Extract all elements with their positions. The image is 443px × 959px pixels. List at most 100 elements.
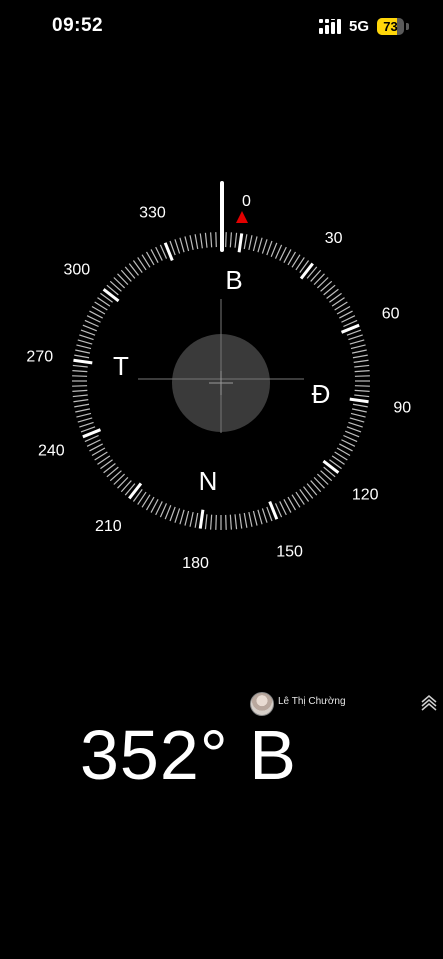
minor-tick [86, 315, 101, 323]
minor-tick [341, 315, 356, 323]
major-tick [237, 233, 244, 253]
cardinal-north: B [225, 265, 242, 295]
major-tick [73, 358, 93, 365]
minor-tick [199, 233, 203, 249]
degree-label: 330 [139, 204, 166, 221]
minor-tick [257, 237, 263, 253]
user-name: Lê Thị Chường [278, 696, 346, 707]
degree-label: 120 [352, 487, 379, 504]
degree-label: 150 [276, 544, 303, 561]
minor-tick [72, 370, 88, 373]
minor-tick [77, 417, 93, 423]
degree-label: 300 [63, 261, 90, 278]
minor-tick [349, 417, 365, 423]
minor-tick [248, 235, 253, 251]
minor-tick [72, 394, 88, 398]
minor-tick [75, 349, 91, 354]
minor-tick [261, 239, 268, 254]
cardinal-west: T [113, 351, 129, 381]
heading-readout: 352° B [80, 716, 297, 794]
minor-tick [239, 513, 243, 529]
minor-tick [352, 354, 368, 359]
minor-tick [72, 389, 88, 392]
minor-tick [174, 239, 181, 254]
cardinal-east: Đ [312, 379, 331, 409]
minor-tick [252, 510, 258, 526]
minor-tick [354, 375, 370, 377]
minor-tick [261, 508, 268, 523]
minor-tick [155, 246, 163, 261]
minor-tick [234, 514, 238, 530]
minor-tick [252, 236, 258, 252]
minor-tick [79, 334, 94, 341]
degree-label: 210 [95, 518, 122, 535]
minor-tick [194, 234, 199, 250]
major-tick [322, 459, 340, 474]
major-tick [128, 482, 143, 500]
minor-tick [350, 344, 366, 350]
minor-tick [354, 364, 370, 368]
minor-tick [72, 375, 88, 377]
degree-label: 180 [182, 555, 209, 572]
minor-tick [341, 439, 356, 447]
minor-tick [266, 240, 273, 256]
degree-label: 30 [325, 230, 343, 247]
minor-tick [352, 403, 368, 408]
minor-tick [234, 232, 238, 248]
minor-tick [184, 510, 190, 526]
minor-tick [348, 421, 363, 428]
minor-tick [351, 349, 367, 354]
minor-tick [189, 511, 194, 527]
major-tick [102, 288, 120, 303]
minor-tick [229, 232, 232, 248]
minor-tick [73, 399, 89, 403]
minor-tick [351, 408, 367, 413]
minor-tick [169, 506, 176, 522]
minor-tick [159, 503, 168, 518]
minor-tick [77, 339, 93, 345]
minor-tick [74, 403, 90, 408]
minor-tick [75, 408, 91, 413]
minor-tick [270, 242, 278, 257]
minor-tick [354, 370, 370, 373]
minor-tick [354, 394, 370, 398]
minor-tick [84, 319, 99, 328]
minor-tick [257, 509, 263, 525]
minor-tick [79, 421, 94, 428]
minor-tick [279, 501, 287, 516]
degree-label: 270 [26, 349, 53, 366]
minor-tick [349, 339, 365, 345]
minor-tick [348, 334, 363, 341]
minor-tick [179, 509, 185, 525]
minor-tick [346, 426, 362, 433]
minor-tick [80, 329, 96, 336]
minor-tick [164, 505, 172, 520]
minor-tick [225, 232, 227, 248]
minor-tick [243, 512, 248, 528]
minor-tick [72, 385, 88, 387]
minor-tick [354, 385, 370, 387]
minor-tick [353, 359, 369, 363]
minor-tick [243, 234, 248, 250]
minor-tick [210, 514, 213, 530]
minor-tick [225, 514, 227, 530]
minor-tick [194, 512, 199, 528]
major-tick [198, 509, 205, 529]
major-tick [349, 397, 369, 404]
minor-tick [215, 232, 217, 248]
minor-tick [279, 246, 287, 261]
minor-tick [350, 412, 366, 418]
minor-tick [155, 501, 163, 516]
minor-tick [74, 354, 90, 359]
minor-tick [174, 508, 181, 523]
cardinal-south: N [199, 466, 218, 496]
minor-tick [179, 237, 185, 253]
target-marker-icon [236, 211, 248, 223]
minor-tick [210, 232, 213, 248]
compass-dial[interactable]: 0 30 60 90 120 150 180 210 240 270 300 330 B Đ N T [0, 0, 443, 959]
degree-label: 0 [242, 193, 251, 210]
minor-tick [86, 439, 101, 447]
layers-icon[interactable] [420, 694, 438, 714]
minor-tick [354, 389, 370, 392]
minor-tick [215, 514, 217, 530]
